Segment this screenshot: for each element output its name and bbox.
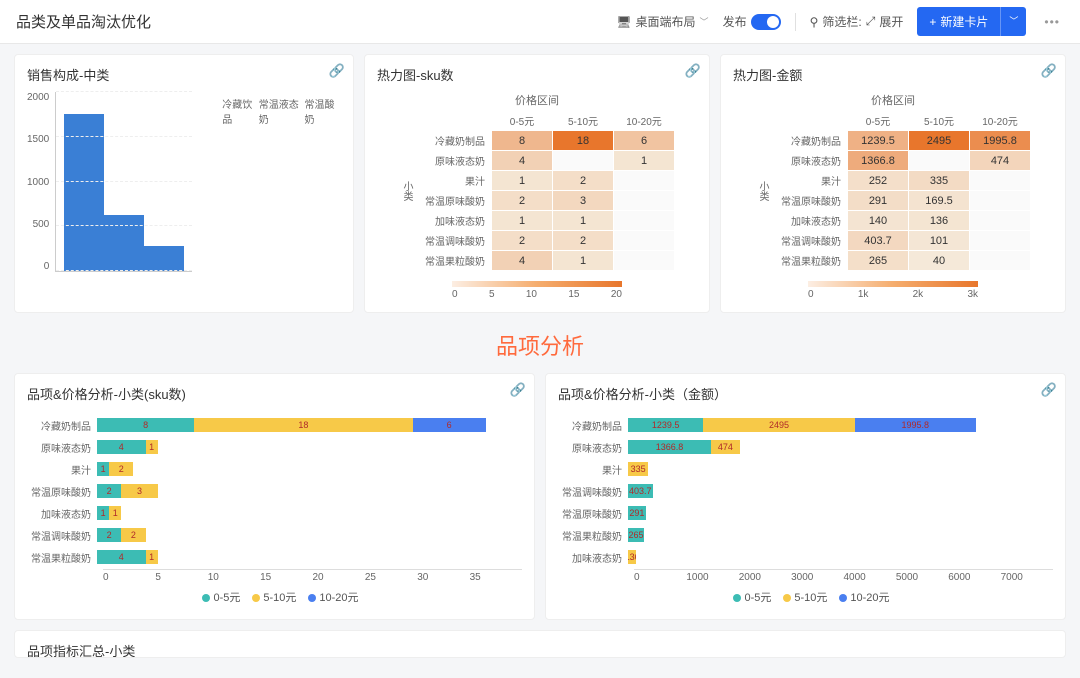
card-stack-amount: 🔗 品项&价格分析-小类（金额） 冷藏奶制品1239.524951995.8原味… [545,373,1066,620]
chart-title: 品项指标汇总-小类 [27,641,1053,658]
new-card-dropdown[interactable]: ﹀ [1000,7,1026,36]
section-title: 品项分析 [14,323,1066,373]
card-heatmap-sku: 🔗 热力图-sku数 价格区间小类0-5元5-10元10-20元冷藏奶制品818… [364,54,710,313]
stacked-bar-chart: 冷藏奶制品8186原味液态奶41果汁12常温原味酸奶23加味液态奶11常温调味酸… [27,411,522,609]
chart-title: 品项&价格分析-小类(sku数) [27,384,522,403]
heatmap-chart: 价格区间小类0-5元5-10元10-20元冷藏奶制品1239.524951995… [733,92,1053,300]
layout-selector[interactable]: 🖥 桌面端布局 ﹀ [616,13,708,30]
bar-chart: 2000150010005000冷藏饮品常温液态奶常温酸奶 [27,92,341,302]
card-bar-sales: 🔗 销售构成-中类 2000150010005000冷藏饮品常温液态奶常温酸奶 [14,54,354,313]
chevron-down-icon: ﹀ [1009,16,1018,26]
heatmap-chart: 价格区间小类0-5元5-10元10-20元冷藏奶制品8186原味液态奶41果汁1… [377,92,697,300]
publish-toggle[interactable]: 发布 [723,13,781,30]
desktop-icon: 🖥 [616,15,631,29]
card-heatmap-amount: 🔗 热力图-金额 价格区间小类0-5元5-10元10-20元冷藏奶制品1239.… [720,54,1066,313]
more-menu[interactable]: ••• [1040,15,1064,29]
stacked-bar-chart: 冷藏奶制品1239.524951995.8原味液态奶1366.8474果汁335… [558,411,1053,609]
expand-icon: ⤢ [866,14,876,29]
chart-title: 销售构成-中类 [27,65,341,84]
link-icon[interactable]: 🔗 [685,63,701,79]
page-header: 品类及单品淘汰优化 🖥 桌面端布局 ﹀ 发布 ⚲ 筛选栏: ⤢ 展开 + 新建卡… [0,0,1080,44]
link-icon[interactable]: 🔗 [1041,382,1057,398]
toggle-on-icon [751,14,781,30]
page-title: 品类及单品淘汰优化 [16,11,616,32]
card-summary: 品项指标汇总-小类 [14,630,1066,658]
filter-bar-control[interactable]: ⚲ 筛选栏: ⤢ 展开 [810,13,904,30]
link-icon[interactable]: 🔗 [510,382,526,398]
chart-title: 品项&价格分析-小类（金额） [558,384,1053,403]
chart-title: 热力图-金额 [733,65,1053,84]
chart-title: 热力图-sku数 [377,65,697,84]
card-stack-sku: 🔗 品项&价格分析-小类(sku数) 冷藏奶制品8186原味液态奶41果汁12常… [14,373,535,620]
plus-icon: + [929,15,936,29]
link-icon[interactable]: 🔗 [329,63,345,79]
link-icon[interactable]: 🔗 [1041,63,1057,79]
new-card-button[interactable]: + 新建卡片 [917,7,1000,36]
filter-icon: ⚲ [810,15,819,29]
chevron-down-icon: ﹀ [700,15,709,28]
